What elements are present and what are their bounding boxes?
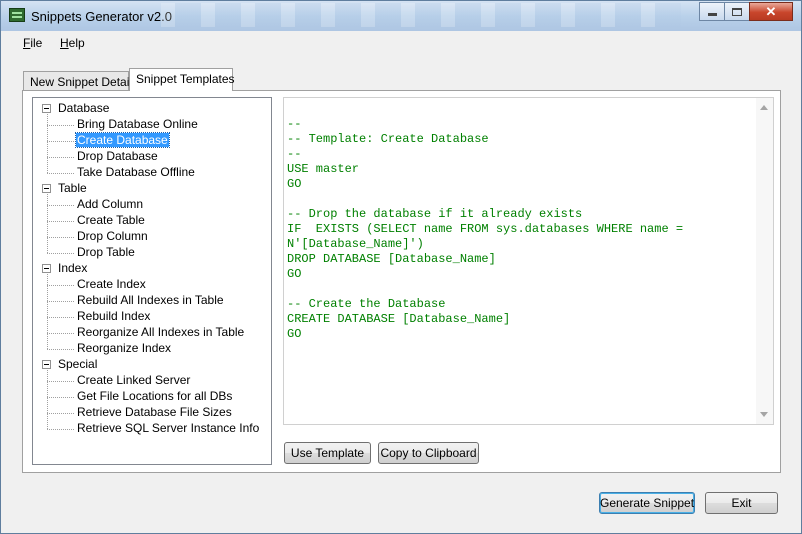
- tree-group-table[interactable]: Table: [57, 181, 88, 196]
- tree-connector: [47, 370, 48, 429]
- scroll-up-arrow-icon[interactable]: [760, 105, 768, 110]
- tree-connector: [47, 114, 48, 173]
- tree-connector: [47, 429, 74, 430]
- tree-connector: [47, 317, 74, 318]
- maximize-button[interactable]: [724, 2, 750, 21]
- tree-item[interactable]: Create Database: [75, 132, 170, 148]
- code-line: -- Create the Database: [287, 297, 446, 311]
- code-line: N'[Database_Name]'): [287, 237, 424, 251]
- tree-item[interactable]: Retrieve Database File Sizes: [76, 405, 233, 420]
- tree-connector: [47, 237, 74, 238]
- tree-connector: [47, 349, 74, 350]
- minimize-icon: [707, 13, 717, 16]
- generate-snippet-button[interactable]: Generate Snippet: [599, 492, 695, 514]
- code-line: DROP DATABASE [Database_Name]: [287, 252, 496, 266]
- code-line: -- Template: Create Database: [287, 132, 489, 146]
- tree-item[interactable]: Reorganize All Indexes in Table: [76, 325, 245, 340]
- tree-group-index[interactable]: Index: [57, 261, 88, 276]
- tree-item[interactable]: Create Table: [76, 213, 146, 228]
- tree-connector: [47, 301, 74, 302]
- tree-item[interactable]: Bring Database Online: [76, 117, 199, 132]
- tree-item[interactable]: Reorganize Index: [76, 341, 172, 356]
- tree-connector: [47, 141, 74, 142]
- tree-collapse-icon[interactable]: [42, 360, 51, 369]
- tree-connector: [47, 253, 74, 254]
- title-bar[interactable]: Snippets Generator v2.0 ✕: [1, 1, 801, 31]
- code-line: GO: [287, 177, 302, 191]
- tree-connector: [47, 274, 48, 349]
- tree-collapse-icon[interactable]: [42, 264, 51, 273]
- caption-buttons: ✕: [699, 2, 793, 21]
- tree-connector: [47, 221, 74, 222]
- tree-item[interactable]: Create Linked Server: [76, 373, 191, 388]
- scroll-down-arrow-icon[interactable]: [760, 412, 768, 417]
- tree-item[interactable]: Drop Table: [76, 245, 136, 260]
- tree-connector: [47, 413, 74, 414]
- copy-to-clipboard-button[interactable]: Copy to Clipboard: [378, 442, 479, 464]
- tree-connector: [47, 333, 74, 334]
- menu-file[interactable]: File: [23, 36, 42, 50]
- close-button[interactable]: ✕: [749, 2, 793, 21]
- code-line: IF EXISTS (SELECT name FROM sys.database…: [287, 222, 684, 236]
- tree-connector: [47, 157, 74, 158]
- tab-snippet-templates[interactable]: Snippet Templates: [129, 68, 235, 91]
- code-line: GO: [287, 327, 302, 341]
- code-line: --: [287, 117, 302, 131]
- tree-item[interactable]: Get File Locations for all DBs: [76, 389, 233, 404]
- tree-connector: [47, 205, 74, 206]
- code-line: GO: [287, 267, 302, 281]
- template-tree[interactable]: Database Bring Database Online Create Data…: [32, 97, 272, 465]
- tree-connector: [47, 125, 74, 126]
- tree-item[interactable]: Create Index: [76, 277, 147, 292]
- maximize-icon: [732, 7, 742, 16]
- tree-item[interactable]: Take Database Offline: [76, 165, 196, 180]
- tree-item[interactable]: Drop Database: [76, 149, 159, 164]
- exit-button[interactable]: Exit: [705, 492, 778, 514]
- code-line: -- Drop the database if it already exist…: [287, 207, 583, 221]
- tree-item[interactable]: Retrieve SQL Server Instance Info: [76, 421, 260, 436]
- app-icon: [9, 8, 25, 22]
- tree-collapse-icon[interactable]: [42, 184, 51, 193]
- tree-item[interactable]: Rebuild Index: [76, 309, 151, 324]
- tree-group-special[interactable]: Special: [57, 357, 98, 372]
- use-template-button[interactable]: Use Template: [284, 442, 371, 464]
- tree-connector: [47, 194, 48, 253]
- menu-help[interactable]: Help: [60, 36, 85, 50]
- minimize-button[interactable]: [699, 2, 725, 21]
- code-line: --: [287, 147, 302, 161]
- tree-group-database[interactable]: Database: [57, 101, 110, 116]
- code-line: USE master: [287, 162, 360, 176]
- code-scrollbar[interactable]: [756, 98, 773, 424]
- template-code-view[interactable]: -- -- Template: Create Database -- USE mast…: [283, 97, 774, 425]
- tree-item[interactable]: Rebuild All Indexes in Table: [76, 293, 225, 308]
- snippet-templates-panel: Database Bring Database Online Create Data…: [22, 90, 781, 473]
- close-icon: ✕: [765, 3, 777, 19]
- tree-connector: [47, 285, 74, 286]
- tree-collapse-icon[interactable]: [42, 104, 51, 113]
- app-window: Snippets Generator v2.0 ✕ File Help New …: [0, 0, 802, 534]
- tree-item[interactable]: Add Column: [76, 197, 144, 212]
- window-title: Snippets Generator v2.0: [31, 9, 172, 24]
- tab-new-snippet-details[interactable]: New Snippet Details: [23, 71, 138, 92]
- title-bar-background-decoration: [161, 3, 681, 27]
- tree-connector: [47, 397, 74, 398]
- tree-connector: [47, 381, 74, 382]
- template-code-text[interactable]: -- -- Template: Create Database -- USE mast…: [287, 117, 752, 342]
- code-line: CREATE DATABASE [Database_Name]: [287, 312, 511, 326]
- tree-item[interactable]: Drop Column: [76, 229, 149, 244]
- tree-connector: [47, 173, 74, 174]
- menu-bar: File Help: [9, 33, 794, 53]
